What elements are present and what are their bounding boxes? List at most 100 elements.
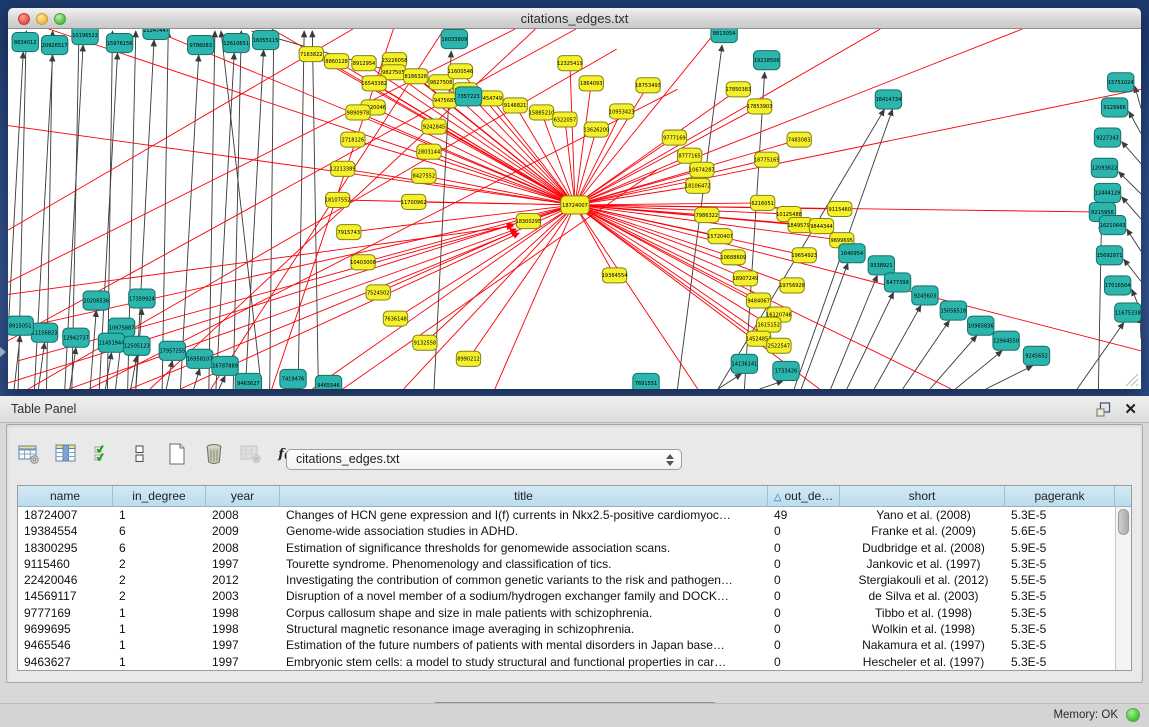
table-row[interactable]: 1938455462009Genome-wide association stu… [18,523,1115,539]
graph-node[interactable]: 8990212 [456,351,480,366]
table-row[interactable]: 1872400712008Changes of HCN gene express… [18,507,1115,523]
create-column-icon[interactable] [165,442,189,466]
graph-node[interactable]: 11675338 [1115,303,1141,322]
graph-node[interactable]: 9115460 [828,201,852,216]
column-header-pagerank[interactable]: pagerank [1005,486,1115,507]
graph-node[interactable]: 9227343 [1094,128,1120,147]
graph-node[interactable]: 12444129 [1094,183,1120,202]
graph-node[interactable]: 8912954 [352,56,376,71]
column-header-short[interactable]: short [840,486,1005,507]
graph-node[interactable]: 9786083 [188,36,214,55]
graph-node[interactable]: 1640954 [839,244,865,263]
graph-node[interactable]: 16414734 [875,90,901,109]
graph-node[interactable]: 15056518 [940,301,966,320]
graph-node[interactable]: 9475685 [433,93,457,108]
graph-node[interactable]: 1733426 [773,361,799,380]
graph-node[interactable]: 11156823 [31,323,57,342]
graph-node[interactable]: 7524502 [366,285,390,300]
graph-node[interactable]: 8915051 [8,316,33,335]
graph-node[interactable]: 17957255 [159,341,185,360]
panel-collapse-arrow[interactable] [0,347,6,357]
network-window-titlebar[interactable]: citations_edges.txt [8,8,1141,29]
select-columns-icon[interactable] [91,442,115,466]
table-scrollbar[interactable] [1115,507,1131,670]
table-row[interactable]: 946554611997Estimation of the future num… [18,637,1115,653]
graph-node[interactable]: 8813054 [711,29,737,43]
graph-node[interactable]: 15692971 [1096,246,1122,265]
graph-node[interactable]: 7636148 [383,311,407,326]
graph-node[interactable]: 9338921 [868,256,894,275]
graph-node[interactable]: 10965836 [968,316,994,335]
graph-node[interactable]: 17016504 [1104,276,1130,295]
graph-node[interactable]: 12944550 [993,331,1019,350]
graph-node[interactable]: 8777165 [677,148,701,163]
graph-node[interactable]: 8186328 [404,69,428,84]
graph-node[interactable]: 6322057 [553,112,577,127]
column-header-out_de[interactable]: △out_de… [768,486,840,507]
column-header-name[interactable]: name [18,486,113,507]
graph-node[interactable]: 18907249 [733,271,759,286]
graph-node[interactable]: 7986322 [695,207,719,222]
graph-node[interactable]: 17850383 [725,82,751,97]
graph-node[interactable]: 19654923 [791,248,817,263]
graph-node[interactable]: 10953423 [609,104,635,119]
graph-node[interactable]: 2803144 [417,144,441,159]
graph-node[interactable]: 1864093 [579,76,603,91]
graph-node[interactable]: 17359924 [129,289,155,308]
graph-node[interactable]: 9129966 [1101,98,1127,117]
graph-node[interactable]: 18775165 [754,152,780,167]
graph-node[interactable]: 9463627 [235,373,261,389]
graph-node[interactable]: 15885210 [529,105,555,120]
graph-node[interactable]: 8454749 [479,91,503,106]
graph-node[interactable]: 12213389 [330,161,356,176]
graph-node[interactable]: 7915743 [337,225,361,240]
graph-node[interactable]: 9245652 [1023,346,1049,365]
graph-node[interactable]: 11600546 [448,64,474,79]
table-row[interactable]: 969969511998Structural magnetic resonanc… [18,621,1115,637]
graph-node[interactable]: 7419476 [280,369,306,388]
graph-node[interactable]: 10688609 [720,250,746,265]
table-row[interactable]: 911546021997Tourette syndrome. Phenomeno… [18,556,1115,572]
graph-node[interactable]: 12505123 [124,336,150,355]
graph-node[interactable]: 17853903 [747,99,773,114]
graph-node[interactable]: 20206536 [83,291,109,310]
column-header-year[interactable]: year [206,486,280,507]
show-columns-icon[interactable] [54,442,78,466]
graph-node[interactable]: 9484067 [746,293,770,308]
network-canvas[interactable]: 7163822886012889129542322605898275051654… [8,29,1141,389]
graph-node[interactable]: 16543382 [361,76,387,91]
graph-node[interactable]: 12942737 [63,328,89,347]
graph-node[interactable]: 16210643 [1099,216,1125,235]
column-header-title[interactable]: title [280,486,768,507]
table-mode-icon[interactable] [17,442,41,466]
graph-node[interactable]: 7483083 [787,132,811,147]
scrollbar-thumb[interactable] [1118,509,1129,535]
graph-node[interactable]: 16958107 [187,349,213,368]
graph-node[interactable]: 8427552 [412,168,436,183]
graph-node[interactable]: 9132558 [413,335,437,350]
graph-node[interactable]: 15720407 [707,229,733,244]
graph-node[interactable]: 7357223 [455,87,481,106]
graph-node[interactable]: 15976156 [106,34,132,53]
graph-node[interactable]: 11700962 [401,194,427,209]
graph-node[interactable]: 1615152 [757,317,781,332]
table-row[interactable]: 977716911998Corpus callosum shape and si… [18,605,1115,621]
graph-node[interactable]: 9777169 [662,130,686,145]
float-window-icon[interactable] [1096,402,1111,417]
graph-node[interactable]: 6477399 [884,273,910,292]
graph-node[interactable]: 18300295 [515,214,541,229]
graph-node[interactable]: 19218506 [754,51,780,70]
graph-node[interactable]: 12325419 [557,56,583,71]
graph-node[interactable]: 9146821 [503,98,527,113]
graph-node[interactable]: 10196522 [72,29,98,45]
graph-node[interactable]: 8634012 [12,33,38,52]
close-panel-icon[interactable]: ✕ [1124,400,1137,418]
column-header-in_degree[interactable]: in_degree [113,486,206,507]
graph-node[interactable]: 9890978 [346,105,370,120]
delete-columns-icon[interactable] [202,442,226,466]
table-row[interactable]: 2242004622012Investigating the contribut… [18,572,1115,588]
graph-node[interactable]: 10403008 [350,255,376,270]
graph-node[interactable]: 18107552 [325,192,351,207]
graph-node[interactable]: 7691551 [633,373,659,389]
graph-node[interactable]: 16033809 [441,30,467,49]
